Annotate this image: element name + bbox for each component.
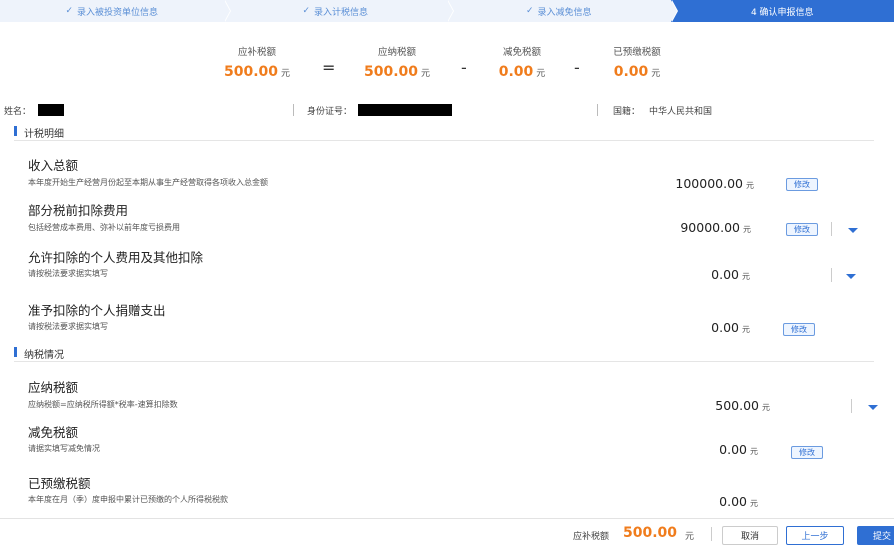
- minus-sign: -: [574, 58, 580, 77]
- check-icon: ✓: [65, 6, 74, 16]
- row-desc-tax-due: 应纳税额=应纳税所得额*税率-速算扣除数: [28, 400, 178, 409]
- row-desc-personal-expenses: 请按税法要求据实填写: [28, 269, 108, 278]
- equals-sign: =: [322, 58, 336, 77]
- row-title-tax-relief: 减免税额: [28, 425, 79, 440]
- step-1-label: 录入被投资单位信息: [77, 7, 159, 18]
- edit-pre-tax-deductions-button[interactable]: 修改: [786, 223, 818, 236]
- edit-donations-button[interactable]: 修改: [783, 323, 815, 336]
- chevron-down-icon[interactable]: [848, 228, 858, 233]
- taxpayer-info: 姓名： 身份证号： 国籍： 中华人民共和国: [0, 104, 894, 118]
- row-value-personal-expenses: 0.00 元: [711, 267, 750, 282]
- divider: [831, 222, 832, 236]
- row-title-personal-expenses: 允许扣除的个人费用及其他扣除: [28, 250, 204, 265]
- step-3-label: 录入减免信息: [537, 7, 592, 18]
- check-icon: ✓: [302, 6, 311, 16]
- row-value-pre-tax-deductions: 90000.00 元: [680, 220, 751, 235]
- summary-relief-label: 减免税额: [502, 47, 541, 58]
- divider: [293, 104, 294, 116]
- divider: [597, 104, 598, 116]
- row-desc-total-income: 本年度开始生产经营月份起至本期从事生产经营取得各项收入总金额: [28, 178, 268, 187]
- chevron-down-icon[interactable]: [846, 274, 856, 279]
- footer-payable-label: 应补税额: [573, 532, 610, 542]
- summary-tax-due-label: 应纳税额: [377, 47, 416, 58]
- summary-payable: 应补税额 500.00 元: [222, 44, 292, 80]
- step-progress-bar: ✓ 录入被投资单位信息 ✓ 录入计税信息 ✓ 录入减免信息 4 确认申报信息: [0, 0, 894, 22]
- step-4-current: 4 确认申报信息: [670, 0, 894, 22]
- row-value-tax-relief: 0.00 元: [719, 442, 758, 457]
- tax-summary: 应补税额 500.00 元 应纳税额 500.00 元 减免税额 0.00 元 已预缴…: [0, 44, 894, 84]
- step-2-label: 录入计税信息: [314, 7, 369, 18]
- summary-prepaid-value: 0.00: [613, 64, 649, 80]
- section-title-tax-details: 计税明细: [14, 125, 64, 140]
- name-label: 姓名：: [4, 107, 32, 117]
- footer-bar: 应补税额 500.00 元 取消 上一步 提交: [0, 518, 894, 545]
- row-title-donations: 准予扣除的个人捐赠支出: [28, 303, 166, 318]
- row-value-total-income: 100000.00 元: [675, 176, 754, 191]
- step-3[interactable]: ✓ 录入减免信息: [447, 0, 677, 22]
- divider: [831, 268, 832, 282]
- row-desc-pre-tax-deductions: 包括经营成本费用、弥补以前年度亏损费用: [28, 223, 180, 232]
- divider: [851, 399, 852, 413]
- summary-relief-value: 0.00: [498, 64, 534, 80]
- summary-payable-value: 500.00: [223, 64, 278, 80]
- row-value-tax-due: 500.00 元: [715, 398, 770, 413]
- step-4-label: 4 确认申报信息: [750, 7, 814, 18]
- summary-payable-label: 应补税额: [237, 47, 276, 58]
- row-desc-prepaid-tax: 本年度在月（季）度申报中累计已预缴的个人所得税税款: [28, 495, 228, 504]
- section-divider: [14, 361, 874, 362]
- previous-step-button[interactable]: 上一步: [786, 526, 844, 545]
- id-number-redacted: [358, 104, 452, 116]
- summary-prepaid: 已预缴税额 0.00 元: [604, 44, 670, 80]
- row-value-prepaid-tax: 0.00 元: [719, 494, 758, 509]
- submit-button[interactable]: 提交: [857, 526, 894, 545]
- row-value-donations: 0.00 元: [711, 320, 750, 335]
- id-label: 身份证号：: [307, 107, 353, 117]
- summary-tax-due: 应纳税额 500.00 元: [362, 44, 432, 80]
- name-redacted: [38, 104, 64, 116]
- cancel-button[interactable]: 取消: [722, 526, 778, 545]
- chevron-down-icon[interactable]: [868, 405, 878, 410]
- summary-prepaid-label: 已预缴税额: [613, 47, 661, 58]
- nationality-value: 中华人民共和国: [649, 107, 713, 117]
- check-icon: ✓: [525, 6, 534, 16]
- row-title-prepaid-tax: 已预缴税额: [28, 476, 91, 491]
- row-title-total-income: 收入总额: [28, 158, 79, 173]
- summary-tax-due-value: 500.00: [363, 64, 418, 80]
- row-title-pre-tax-deductions: 部分税前扣除费用: [28, 203, 129, 218]
- edit-total-income-button[interactable]: 修改: [786, 178, 818, 191]
- divider: [711, 527, 712, 541]
- row-title-tax-due: 应纳税额: [28, 380, 79, 395]
- step-2[interactable]: ✓ 录入计税信息: [224, 0, 454, 22]
- edit-tax-relief-button[interactable]: 修改: [791, 446, 823, 459]
- minus-sign: -: [461, 58, 467, 77]
- row-desc-donations: 请按税法要求据实填写: [28, 322, 108, 331]
- step-1[interactable]: ✓ 录入被投资单位信息: [0, 0, 230, 22]
- section-divider: [14, 140, 874, 141]
- section-title-tax-status: 纳税情况: [14, 346, 64, 361]
- footer-payable-value: 500.00: [623, 525, 678, 541]
- footer-payable-unit: 元: [685, 532, 695, 542]
- summary-relief: 减免税额 0.00 元: [492, 44, 552, 80]
- nationality-label: 国籍：: [613, 107, 641, 117]
- row-desc-tax-relief: 请据实填写减免情况: [28, 444, 100, 453]
